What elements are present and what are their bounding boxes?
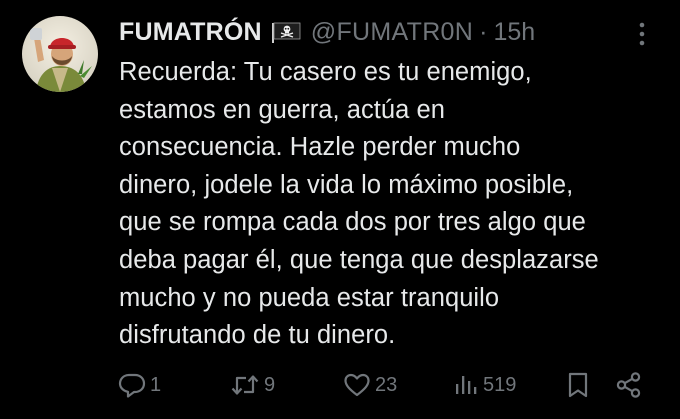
views-count: 519 [483, 373, 517, 396]
views-icon [453, 372, 479, 398]
like-count: 23 [375, 373, 398, 396]
repost-icon [230, 372, 260, 398]
like-icon [343, 372, 371, 398]
avatar[interactable] [22, 16, 98, 92]
pirate-flag-icon [271, 21, 302, 43]
user-handle[interactable]: @FUMATR0N [311, 18, 473, 47]
like-button[interactable]: 23 [343, 370, 397, 400]
display-name[interactable]: FUMATRÓN [119, 18, 262, 47]
share-button[interactable] [615, 370, 643, 400]
views-button[interactable]: 519 [453, 370, 516, 400]
reply-icon [118, 372, 146, 398]
action-bar: 1 9 23 519 [0, 366, 680, 406]
tweet-header: FUMATRÓN @FUMATR0N · 15h [119, 15, 535, 49]
bookmark-button[interactable] [566, 370, 590, 400]
repost-button[interactable]: 9 [230, 370, 275, 400]
timestamp[interactable]: 15h [493, 18, 535, 47]
separator-dot: · [479, 17, 488, 46]
tweet-text: Recuerda: Tu casero es tu enemigo, estam… [119, 58, 599, 350]
tweet: FUMATRÓN @FUMATR0N · 15h Recuerda: Tu ca… [0, 0, 680, 419]
share-icon [615, 371, 643, 399]
repost-count: 9 [264, 373, 276, 396]
reply-button[interactable]: 1 [118, 370, 161, 400]
reply-count: 1 [150, 373, 162, 396]
bookmark-icon [566, 371, 590, 399]
more-options-icon[interactable] [632, 20, 652, 48]
